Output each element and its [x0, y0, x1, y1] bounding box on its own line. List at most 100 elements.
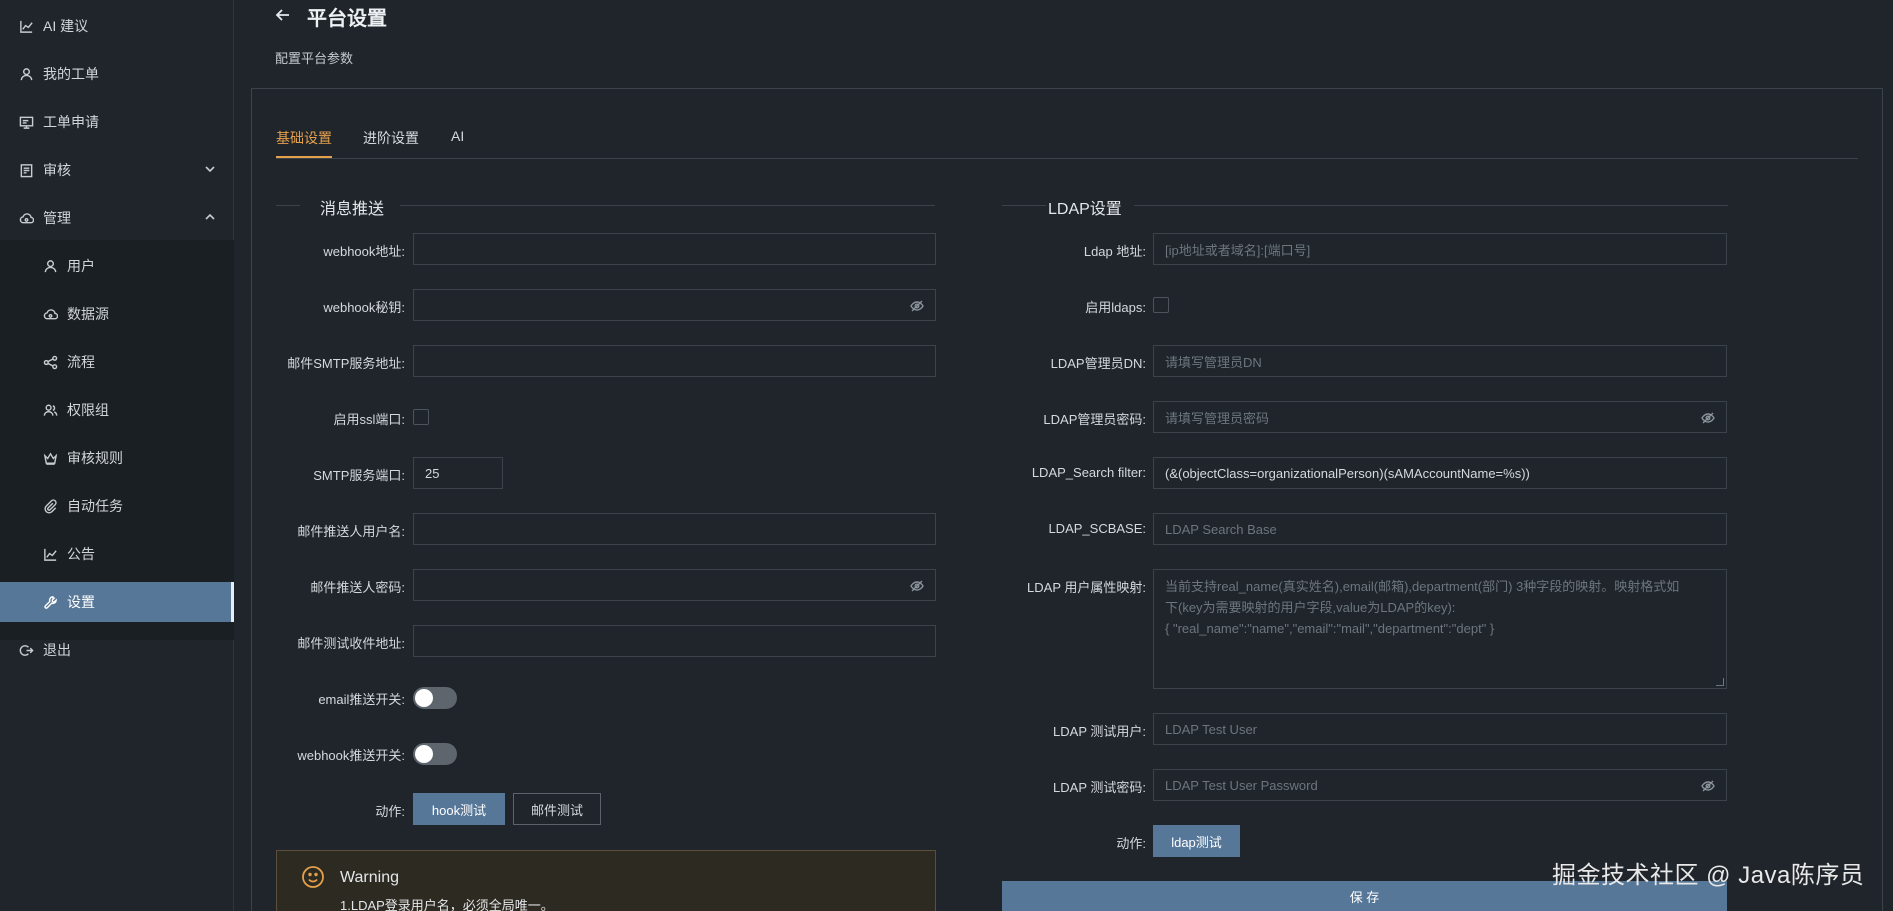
cloud-icon: [18, 210, 34, 226]
chevron-down-icon: [203, 162, 217, 176]
sidebar-item-manage[interactable]: 管理: [0, 198, 234, 238]
sidebar-item-review-rules[interactable]: 审核规则: [0, 438, 234, 478]
section-title-message-push: 消息推送: [320, 201, 385, 218]
sidebar-item-label: 权限组: [67, 402, 109, 418]
email-push-toggle[interactable]: [413, 687, 457, 709]
back-arrow-icon[interactable]: [274, 6, 292, 24]
webhook-url-input[interactable]: [413, 233, 936, 265]
input-value: 25: [425, 465, 440, 481]
wrench-icon: [42, 594, 58, 610]
sidebar-item-datasource[interactable]: 数据源: [0, 294, 234, 334]
sidebar-item-label: 数据源: [67, 306, 109, 322]
ssl-port-checkbox[interactable]: [413, 409, 429, 425]
users-icon: [42, 402, 58, 418]
clipboard-icon: [18, 162, 34, 178]
webhook-push-toggle[interactable]: [413, 743, 457, 765]
input-placeholder: [ip地址或者域名]:[端口号]: [1165, 242, 1311, 258]
webhook-switch-label: webhook推送开关:: [297, 748, 405, 763]
sidebar-item-review[interactable]: 审核: [0, 150, 234, 190]
page-subtitle: 配置平台参数: [275, 51, 354, 66]
sidebar-item-logout[interactable]: 退出: [0, 630, 234, 670]
paperclip-icon: [42, 498, 58, 514]
input-placeholder: LDAP Test User Password: [1165, 777, 1318, 793]
sidebar-item-permission-group[interactable]: 权限组: [0, 390, 234, 430]
webhook-secret-input[interactable]: [413, 289, 936, 321]
input-value: (&(objectClass=organizationalPerson)(sAM…: [1165, 465, 1530, 481]
input-placeholder: 请填写管理员密码: [1165, 410, 1270, 426]
sidebar-item-label: 管理: [43, 210, 71, 226]
page-title: 平台设置: [307, 8, 387, 30]
resize-handle[interactable]: [1716, 678, 1724, 686]
section-divider: [1002, 205, 1046, 206]
section-divider: [276, 205, 300, 206]
smtp-host-input[interactable]: [413, 345, 936, 377]
sidebar-item-my-tickets[interactable]: 我的工单: [0, 54, 234, 94]
ldap-search-filter-input[interactable]: (&(objectClass=organizationalPerson)(sAM…: [1153, 457, 1727, 489]
ldap-address-input[interactable]: [ip地址或者域名]:[端口号]: [1153, 233, 1727, 265]
monitor-icon: [18, 114, 34, 130]
sidebar-item-label: 我的工单: [43, 66, 99, 82]
ldap-scbase-input[interactable]: LDAP Search Base: [1153, 513, 1727, 545]
test-receiver-input[interactable]: [413, 625, 936, 657]
ldap-test-password-input[interactable]: LDAP Test User Password: [1153, 769, 1727, 801]
ldap-test-user-input[interactable]: LDAP Test User: [1153, 713, 1727, 745]
tabs-divider: [276, 158, 1858, 159]
sidebar-item-label: 设置: [67, 594, 95, 610]
chart-icon: [42, 546, 58, 562]
chart-icon: [18, 18, 34, 34]
ldap-test-button[interactable]: ldap测试: [1153, 825, 1240, 857]
smtp-password-input[interactable]: [413, 569, 936, 601]
ldap-admin-dn-input[interactable]: 请填写管理员DN: [1153, 345, 1727, 377]
ldap-attr-map-label: LDAP 用户属性映射:: [1027, 580, 1146, 595]
tab-advanced-settings[interactable]: 进阶设置: [363, 128, 419, 148]
cloud-icon: [42, 306, 58, 322]
ldap-action-label: 动作:: [1116, 836, 1146, 851]
input-placeholder: LDAP Test User: [1165, 721, 1258, 737]
tab-active-ink: [276, 156, 332, 158]
crown-icon: [42, 450, 58, 466]
ldap-test-password-label: LDAP 测试密码:: [1053, 780, 1146, 795]
smtp-user-input[interactable]: [413, 513, 936, 545]
ldap-admin-password-input[interactable]: 请填写管理员密码: [1153, 401, 1727, 433]
sidebar: AI 建议 我的工单 工单申请 审核 管理 用户 数据源 流程 权限组 审核规则: [0, 0, 234, 911]
eye-hidden-icon[interactable]: [1701, 411, 1715, 425]
eye-hidden-icon[interactable]: [1701, 779, 1715, 793]
smtp-port-label: SMTP服务端口:: [313, 468, 405, 483]
ssl-port-label: 启用ssl端口:: [333, 412, 405, 427]
smtp-user-label: 邮件推送人用户名:: [297, 524, 405, 539]
tab-ai[interactable]: AI: [451, 128, 464, 144]
sidebar-item-label: 自动任务: [67, 498, 123, 514]
smtp-host-label: 邮件SMTP服务地址:: [287, 356, 405, 371]
ldap-scbase-label: LDAP_SCBASE:: [1048, 521, 1146, 536]
sidebar-item-users[interactable]: 用户: [0, 246, 234, 286]
sidebar-item-workflow[interactable]: 流程: [0, 342, 234, 382]
sidebar-item-announcement[interactable]: 公告: [0, 534, 234, 574]
sidebar-item-label: 退出: [43, 642, 71, 658]
ldap-attr-map-textarea[interactable]: 当前支持real_name(真实姓名),email(邮箱),department…: [1153, 569, 1727, 689]
sidebar-item-label: 公告: [67, 546, 95, 562]
section-divider: [400, 205, 935, 206]
eye-hidden-icon[interactable]: [910, 299, 924, 313]
action-label: 动作:: [375, 804, 405, 819]
ldap-admin-dn-label: LDAP管理员DN:: [1050, 356, 1146, 371]
hook-test-button[interactable]: hook测试: [413, 793, 505, 825]
smtp-port-input[interactable]: 25: [413, 457, 503, 489]
sidebar-item-settings[interactable]: 设置: [0, 582, 234, 622]
section-divider: [1134, 205, 1728, 206]
ldap-address-label: Ldap 地址:: [1083, 244, 1146, 259]
input-placeholder: 请填写管理员DN: [1165, 354, 1262, 370]
active-indicator: [231, 582, 234, 622]
sidebar-item-label: AI 建议: [43, 18, 89, 34]
tab-basic-settings[interactable]: 基础设置: [276, 128, 332, 148]
warning-body: 1.LDAP登录用户名，必须全局唯一。: [340, 898, 554, 911]
sidebar-item-ai-suggest[interactable]: AI 建议: [0, 6, 234, 46]
ldap-test-user-label: LDAP 测试用户:: [1053, 724, 1146, 739]
email-switch-label: email推送开关:: [318, 692, 405, 707]
ldaps-checkbox[interactable]: [1153, 297, 1169, 313]
mail-test-button[interactable]: 邮件测试: [513, 793, 601, 825]
sidebar-item-auto-task[interactable]: 自动任务: [0, 486, 234, 526]
test-receiver-label: 邮件测试收件地址:: [297, 636, 405, 651]
sidebar-item-ticket-apply[interactable]: 工单申请: [0, 102, 234, 142]
eye-hidden-icon[interactable]: [910, 579, 924, 593]
toggle-knob: [415, 745, 433, 763]
